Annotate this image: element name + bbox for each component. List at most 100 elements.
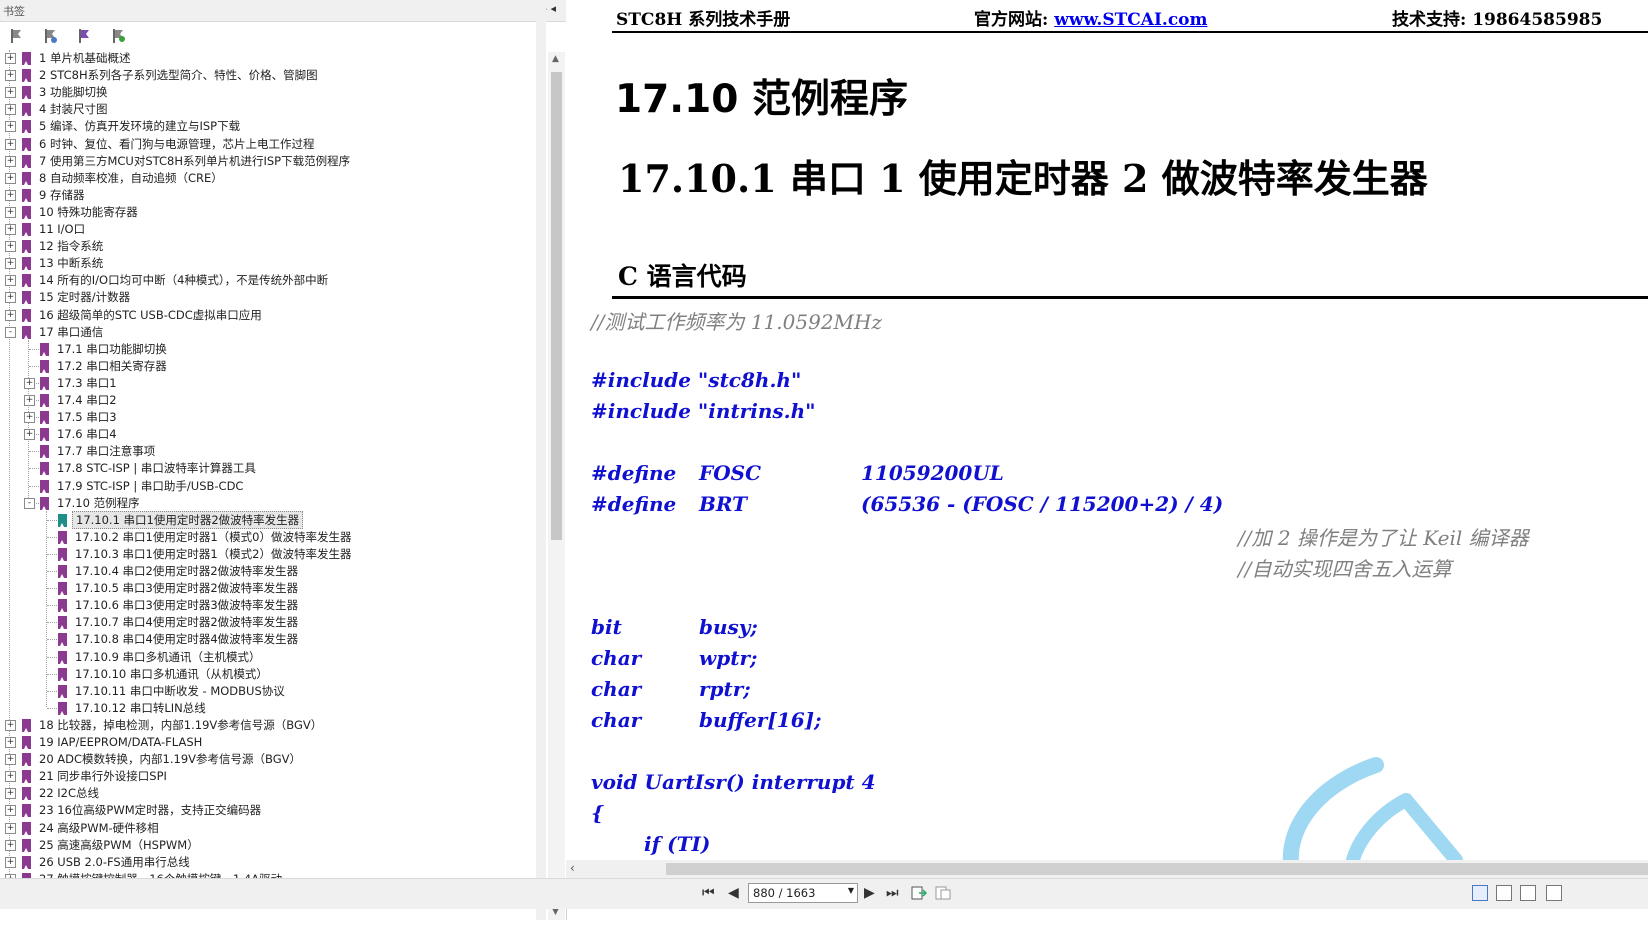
bookmark-item[interactable]: +3 功能脚切换 bbox=[0, 83, 548, 101]
expand-icon[interactable]: + bbox=[5, 737, 16, 748]
bookmark-item[interactable]: +10 特殊功能寄存器 bbox=[0, 203, 548, 221]
page-number-field[interactable]: 880 / 1663 ▼ bbox=[748, 883, 858, 903]
bookmark-item[interactable]: +12 指令系统 bbox=[0, 237, 548, 255]
bookmark-item[interactable]: +11 I/O口 bbox=[0, 220, 548, 238]
bookmark-item[interactable]: +17.4 串口2 bbox=[0, 391, 548, 409]
expand-icon[interactable]: + bbox=[5, 104, 16, 116]
expand-icon[interactable]: + bbox=[5, 172, 16, 184]
expand-icon[interactable]: + bbox=[5, 70, 16, 82]
bookmark-item[interactable]: +18 比较器，掉电检测，内部1.19V参考信号源（BGV） bbox=[0, 716, 548, 734]
bookmark-item[interactable]: +9 存储器 bbox=[0, 186, 548, 204]
bookmark-item[interactable]: +6 时钟、复位、看门狗与电源管理，芯片上电工作过程 bbox=[0, 135, 548, 153]
expand-icon[interactable]: + bbox=[5, 206, 16, 218]
expand-icon[interactable]: + bbox=[5, 292, 16, 304]
chevron-down-icon[interactable]: ▼ bbox=[848, 886, 854, 895]
bookmark-item[interactable]: 17.10.3 串口1使用定时器1（模式2）做波特率发生器 bbox=[0, 545, 548, 563]
expand-icon[interactable]: + bbox=[5, 87, 16, 99]
expand-icon[interactable]: + bbox=[5, 241, 16, 253]
bookmark-item[interactable]: - 17.10 范例程序 bbox=[0, 494, 548, 512]
facing-view-icon[interactable] bbox=[1520, 885, 1536, 901]
bookmark-item[interactable]: +16 超级简单的STC USB-CDC虚拟串口应用 bbox=[0, 306, 548, 324]
bookmark-item[interactable]: +24 高级PWM-硬件移相 bbox=[0, 819, 548, 837]
bookmark-item[interactable]: 17.1 串口功能脚切换 bbox=[0, 340, 548, 358]
bookmark-options-icon[interactable] bbox=[8, 28, 24, 44]
bookmark-item[interactable]: +21 同步串行外设接口SPI bbox=[0, 767, 548, 785]
page-number-value[interactable]: 880 / 1663 bbox=[753, 886, 815, 900]
expand-icon[interactable]: + bbox=[5, 771, 16, 783]
bookmark-item[interactable]: +8 自动频率校准，自动追频（CRE） bbox=[0, 169, 548, 187]
bookmark-item[interactable]: 17.10.9 串口多机通讯（主机模式） bbox=[0, 648, 548, 666]
previous-page-button[interactable]: ◀ bbox=[728, 885, 739, 901]
bookmark-item[interactable]: 17.10.2 串口1使用定时器1（模式0）做波特率发生器 bbox=[0, 528, 548, 546]
expand-icon[interactable]: + bbox=[24, 395, 35, 406]
expand-icon[interactable]: + bbox=[5, 805, 16, 817]
expand-icon[interactable]: + bbox=[5, 258, 16, 270]
bookmark-item[interactable]: +17.6 串口4 bbox=[0, 425, 548, 443]
bookmark-item[interactable]: +26 USB 2.0-FS通用串行总线 bbox=[0, 853, 548, 871]
next-view-icon[interactable] bbox=[935, 886, 951, 900]
expand-icon[interactable]: + bbox=[24, 412, 35, 424]
bookmark-item[interactable]: +2 STC8H系列各子系列选型简介、特性、价格、管脚图 bbox=[0, 66, 548, 84]
website-link[interactable]: www.STCAI.com bbox=[1054, 10, 1207, 30]
expand-icon[interactable]: + bbox=[5, 309, 16, 321]
bookmark-item[interactable]: 17.8 STC-ISP | 串口波特率计算器工具 bbox=[0, 459, 548, 477]
bookmark-item[interactable]: +5 编译、仿真开发环境的建立与ISP下载 bbox=[0, 117, 548, 135]
continuous-view-icon[interactable] bbox=[1496, 885, 1512, 901]
first-page-button[interactable]: ⏮ bbox=[702, 885, 715, 901]
bookmark-item[interactable]: 17.10.4 串口2使用定时器2做波特率发生器 bbox=[0, 562, 548, 580]
expand-icon[interactable]: + bbox=[5, 822, 16, 834]
expand-icon[interactable]: + bbox=[5, 189, 16, 201]
expand-icon[interactable]: + bbox=[24, 377, 35, 389]
expand-icon[interactable]: + bbox=[5, 719, 16, 731]
bookmark-item[interactable]: +7 使用第三方MCU对STC8H系列单片机进行ISP下载范例程序 bbox=[0, 152, 548, 170]
expand-icon[interactable]: + bbox=[5, 224, 16, 235]
bookmark-item[interactable]: +19 IAP/EEPROM/DATA-FLASH bbox=[0, 733, 548, 751]
bookmark-item[interactable]: - 17 串口通信 bbox=[0, 323, 548, 341]
bookmark-item[interactable]: +14 所有的I/O口均可中断（4种模式），不是传统外部中断 bbox=[0, 271, 548, 289]
expand-bookmark-icon[interactable] bbox=[42, 28, 58, 44]
expand-icon[interactable]: + bbox=[5, 138, 16, 150]
bookmark-item[interactable]: +20 ADC模数转换，内部1.19V参考信号源（BGV） bbox=[0, 750, 548, 768]
bookmark-item[interactable]: 17.10.5 串口3使用定时器2做波特率发生器 bbox=[0, 579, 548, 597]
horizontal-scroll-thumb[interactable] bbox=[666, 863, 1648, 875]
bookmark-item[interactable]: 17.10.7 串口4使用定时器2做波特率发生器 bbox=[0, 613, 548, 631]
next-page-button[interactable]: ▶ bbox=[864, 885, 875, 901]
continuous-facing-view-icon[interactable] bbox=[1546, 885, 1562, 901]
bookmark-item[interactable]: +23 16位高级PWM定时器，支持正交编码器 bbox=[0, 801, 548, 819]
bookmark-scroll-thumb[interactable] bbox=[551, 72, 562, 540]
expand-icon[interactable]: + bbox=[5, 839, 16, 851]
expand-icon[interactable]: + bbox=[5, 53, 16, 64]
bookmark-item[interactable]: +15 定时器/计数器 bbox=[0, 288, 548, 306]
bookmark-item[interactable]: 17.10.8 串口4使用定时器4做波特率发生器 bbox=[0, 630, 548, 648]
bookmark-settings-icon[interactable] bbox=[110, 28, 126, 44]
expand-icon[interactable]: + bbox=[24, 429, 35, 441]
scroll-up-icon[interactable]: ▲ bbox=[552, 54, 559, 64]
bookmark-item[interactable]: 17.10.11 串口中断收发 - MODBUS协议 bbox=[0, 682, 548, 700]
expand-icon[interactable]: + bbox=[5, 754, 16, 766]
bookmark-item[interactable]: 17.10.1 串口1使用定时器2做波特率发生器 bbox=[0, 510, 548, 529]
bookmark-item[interactable]: 17.10.10 串口多机通讯（从机模式） bbox=[0, 665, 548, 683]
collapse-icon[interactable]: - bbox=[5, 326, 16, 338]
find-bookmark-icon[interactable] bbox=[76, 28, 92, 44]
bookmark-item[interactable]: +25 高速高级PWM（HSPWM） bbox=[0, 836, 548, 854]
bookmark-item[interactable]: +22 I2C总线 bbox=[0, 784, 548, 802]
horizontal-scrollbar[interactable]: ‹ bbox=[566, 860, 1648, 878]
collapse-icon[interactable]: - bbox=[24, 497, 35, 509]
previous-view-icon[interactable] bbox=[911, 886, 927, 900]
bookmark-item[interactable]: 17.10.12 串口转LIN总线 bbox=[0, 699, 548, 717]
expand-icon[interactable]: + bbox=[5, 121, 16, 133]
bookmark-item[interactable]: 17.10.6 串口3使用定时器3做波特率发生器 bbox=[0, 596, 548, 614]
bookmark-item[interactable]: +17.3 串口1 bbox=[0, 374, 548, 392]
bookmark-item[interactable]: +4 封装尺寸图 bbox=[0, 100, 548, 118]
expand-icon[interactable]: + bbox=[5, 275, 16, 287]
bookmark-item[interactable]: 17.7 串口注意事项 bbox=[0, 442, 548, 460]
bookmark-item[interactable]: +13 中断系统 bbox=[0, 254, 548, 272]
expand-icon[interactable]: + bbox=[5, 155, 16, 167]
bookmark-item[interactable]: 17.9 STC-ISP | 串口助手/USB-CDC bbox=[0, 477, 548, 495]
last-page-button[interactable]: ⏭ bbox=[886, 885, 899, 901]
expand-icon[interactable]: + bbox=[5, 788, 16, 800]
scroll-left-icon[interactable]: ‹ bbox=[570, 861, 575, 875]
single-page-view-icon[interactable] bbox=[1472, 885, 1488, 901]
pane-splitter[interactable] bbox=[536, 0, 546, 920]
bookmark-item[interactable]: 17.2 串口相关寄存器 bbox=[0, 357, 548, 375]
